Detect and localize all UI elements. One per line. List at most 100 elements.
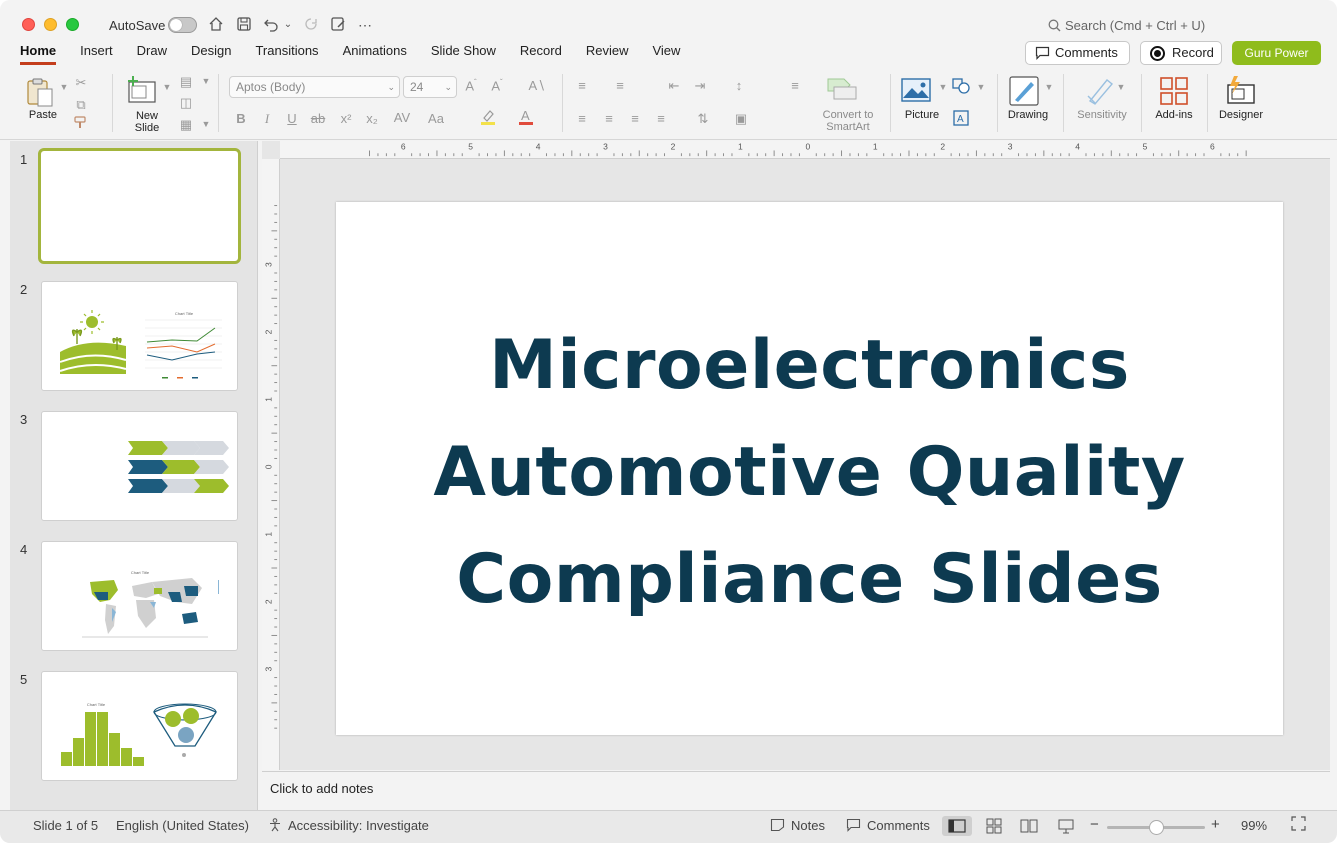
text-box-icon[interactable]: A — [952, 110, 970, 129]
comments-toggle[interactable]: Comments — [846, 818, 930, 833]
zoom-slider[interactable] — [1107, 820, 1205, 835]
bold-icon[interactable]: B — [232, 111, 250, 126]
more-options-icon[interactable]: ⋯ — [356, 16, 374, 34]
line-spacing-icon[interactable]: ↕ — [730, 78, 748, 93]
tab-draw[interactable]: Draw — [137, 43, 167, 65]
decrease-font-icon[interactable]: Aˇ — [488, 78, 506, 93]
reading-view-button[interactable] — [1014, 816, 1044, 836]
present-icon[interactable] — [329, 16, 347, 34]
change-case-icon[interactable]: Aa — [425, 111, 447, 126]
designer-icon[interactable] — [1225, 75, 1257, 107]
comments-button[interactable]: Comments — [1025, 41, 1130, 65]
search-box[interactable]: Search (Cmd + Ctrl + U) — [1048, 18, 1205, 33]
tab-design[interactable]: Design — [191, 43, 231, 65]
align-text-icon[interactable]: ▣ — [732, 111, 750, 127]
align-center-icon[interactable]: ≡ — [600, 111, 618, 126]
picture-icon[interactable] — [901, 78, 931, 102]
tab-review[interactable]: Review — [586, 43, 629, 65]
drawing-dropdown-icon[interactable]: ▼ — [1040, 82, 1058, 92]
fit-to-window-button[interactable] — [1291, 816, 1306, 834]
justify-icon[interactable]: ≡ — [652, 111, 670, 126]
text-direction-icon[interactable]: ⇅ — [694, 111, 712, 127]
align-left-icon[interactable]: ≡ — [573, 111, 591, 126]
new-slide-dropdown-icon[interactable]: ▼ — [158, 82, 176, 92]
subscript-icon[interactable]: x₂ — [363, 111, 381, 126]
slide-thumbnail-4[interactable]: Chart Title — [41, 541, 238, 651]
language-status[interactable]: English (United States) — [116, 818, 249, 833]
slide-thumbnail-5[interactable]: Chart Title — [41, 671, 238, 781]
increase-indent-icon[interactable]: ⇥ — [691, 78, 709, 94]
shapes-icon[interactable] — [952, 78, 970, 97]
paste-dropdown-icon[interactable]: ▼ — [55, 82, 73, 92]
numbering-icon[interactable]: ≡ — [611, 78, 629, 93]
undo-icon[interactable] — [262, 16, 280, 34]
smartart-icon[interactable] — [826, 77, 858, 101]
font-size-select[interactable]: 24 ⌄ — [403, 76, 457, 98]
zoom-level[interactable]: 99% — [1241, 818, 1267, 833]
accessibility-status[interactable]: Accessibility: Investigate — [268, 818, 429, 833]
format-painter-icon[interactable] — [72, 116, 90, 133]
tab-transitions[interactable]: Transitions — [255, 43, 318, 65]
section-dropdown-icon[interactable]: ▼ — [197, 119, 215, 129]
reset-slide-icon[interactable]: ◫ — [177, 95, 195, 111]
highlight-icon[interactable] — [479, 108, 497, 129]
bullets-icon[interactable]: ≡ — [573, 78, 591, 93]
picture-dropdown-icon[interactable]: ▼ — [934, 82, 952, 92]
normal-view-button[interactable] — [942, 816, 972, 836]
drawing-icon[interactable] — [1009, 76, 1039, 106]
ribbon-separator — [890, 74, 891, 132]
strikethrough-icon[interactable]: ab — [309, 111, 327, 126]
tab-slide-show[interactable]: Slide Show — [431, 43, 496, 65]
italic-icon[interactable]: I — [258, 111, 276, 127]
layout-dropdown-icon[interactable]: ▼ — [197, 76, 215, 86]
guru-power-button[interactable]: Guru Power — [1232, 41, 1321, 65]
slide-editor[interactable]: 6 5 4 3 2 1 0 1 2 3 4 5 6 3 2 1 0 1 2 3 Microelectronics A… — [262, 141, 1330, 770]
new-slide-icon[interactable] — [127, 76, 157, 106]
copy-icon[interactable]: ⧉ — [72, 97, 90, 113]
zoom-in-button[interactable]: + — [1211, 816, 1220, 833]
underline-icon[interactable]: U — [283, 111, 301, 126]
slide-thumbnail-1[interactable] — [38, 148, 241, 264]
font-color-icon[interactable]: A — [517, 108, 535, 129]
section-icon[interactable]: ▦ — [177, 117, 195, 133]
cut-icon[interactable]: ✂ — [72, 75, 90, 91]
align-right-icon[interactable]: ≡ — [626, 111, 644, 126]
sensitivity-dropdown-icon[interactable]: ▼ — [1112, 82, 1130, 92]
tab-view[interactable]: View — [652, 43, 680, 65]
tab-animations[interactable]: Animations — [343, 43, 407, 65]
character-spacing-icon[interactable]: AV — [390, 110, 414, 125]
columns-icon[interactable]: ≡ — [786, 78, 804, 93]
record-button[interactable]: Record — [1140, 41, 1222, 65]
notes-pane[interactable]: Click to add notes — [262, 771, 1330, 809]
zoom-out-button[interactable]: − — [1090, 816, 1099, 833]
tab-insert[interactable]: Insert — [80, 43, 113, 65]
maximize-window-button[interactable] — [66, 18, 79, 31]
tab-home[interactable]: Home — [20, 43, 57, 65]
slide-canvas[interactable]: Microelectronics Automotive Quality Comp… — [336, 202, 1283, 735]
slide-show-button[interactable] — [1051, 816, 1081, 836]
undo-dropdown-icon[interactable]: ⌄ — [282, 16, 294, 34]
add-ins-icon[interactable] — [1159, 76, 1189, 106]
slide-title[interactable]: Microelectronics Automotive Quality Comp… — [336, 312, 1283, 633]
paste-icon[interactable] — [25, 76, 57, 108]
home-icon[interactable] — [207, 16, 225, 34]
redo-icon[interactable] — [302, 16, 320, 34]
clear-formatting-icon[interactable]: A∖ — [528, 78, 546, 94]
decrease-indent-icon[interactable]: ⇤ — [665, 78, 683, 94]
autosave-toggle[interactable] — [168, 17, 197, 33]
slide-sorter-button[interactable] — [979, 816, 1009, 836]
slide-thumbnail-3[interactable] — [41, 411, 238, 521]
sensitivity-icon[interactable] — [1085, 76, 1115, 106]
font-name-select[interactable]: Aptos (Body) ⌄ — [229, 76, 400, 98]
superscript-icon[interactable]: x² — [337, 111, 355, 126]
zoom-slider-handle[interactable] — [1148, 820, 1164, 835]
minimize-window-button[interactable] — [44, 18, 57, 31]
slide-thumbnail-2[interactable]: Chart Title — [41, 281, 238, 391]
save-icon[interactable] — [235, 16, 253, 34]
tab-record[interactable]: Record — [520, 43, 562, 65]
shapes-dropdown-icon[interactable]: ▼ — [972, 82, 990, 92]
increase-font-icon[interactable]: Aˆ — [462, 78, 480, 93]
notes-toggle[interactable]: Notes — [770, 818, 825, 833]
layout-icon[interactable]: ▤ — [177, 74, 195, 90]
close-window-button[interactable] — [22, 18, 35, 31]
